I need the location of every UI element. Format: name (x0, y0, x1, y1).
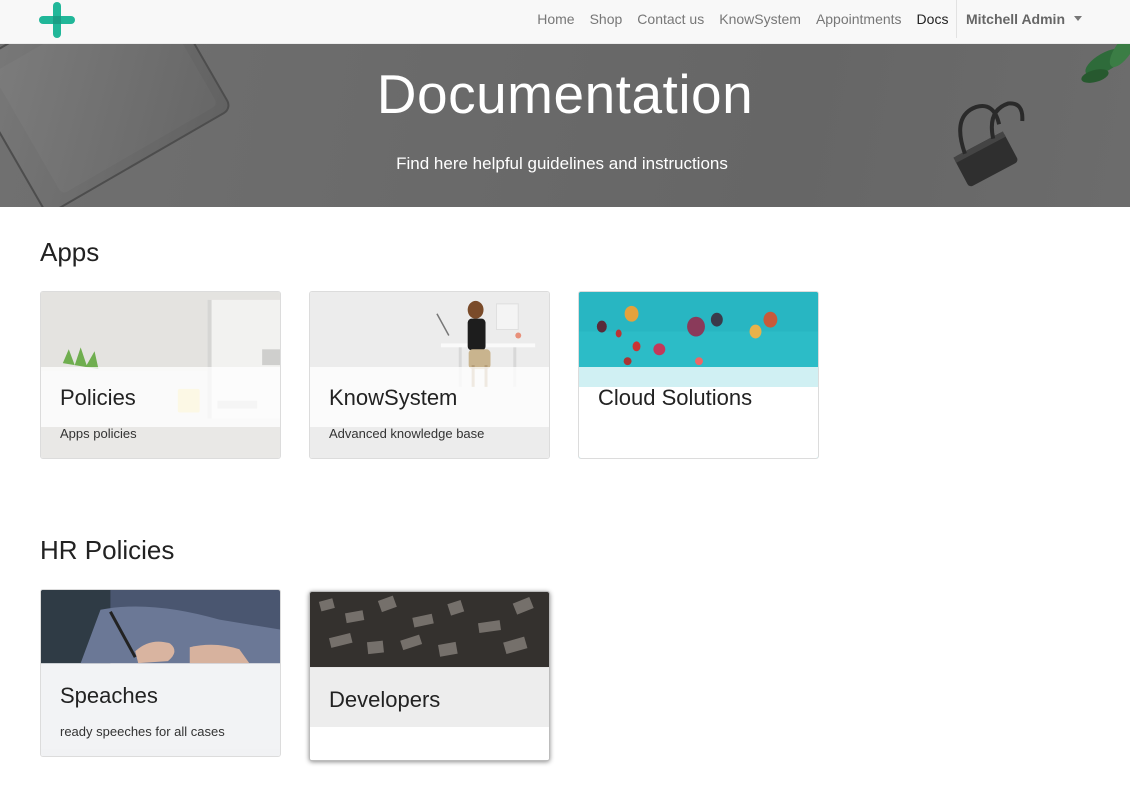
card-title: Cloud Solutions (598, 385, 753, 410)
top-navbar: Home Shop Contact us KnowSystem Appointm… (0, 0, 1130, 44)
nav-link-contact-us[interactable]: Contact us (630, 11, 712, 27)
nav-link-shop[interactable]: Shop (582, 11, 630, 27)
nav-menu: Home Shop Contact us KnowSystem Appointm… (530, 0, 1130, 38)
hero-title: Documentation (376, 63, 754, 125)
hero-subtitle: Find here helpful guidelines and instruc… (396, 154, 728, 173)
card-title: Developers (329, 687, 441, 712)
doc-card-cloud-solutions[interactable]: Cloud Solutions (578, 291, 819, 459)
card-title: Speaches (60, 683, 158, 708)
card-title: Policies (60, 385, 136, 410)
plus-logo-icon[interactable] (39, 2, 75, 38)
nav-link-knowsystem[interactable]: KnowSystem (712, 11, 809, 27)
section-title-apps: Apps (40, 237, 100, 267)
hero-banner: Documentation Find here helpful guidelin… (0, 44, 1130, 207)
card-description: Apps policies (60, 426, 137, 441)
doc-card-knowsystem[interactable]: KnowSystem Advanced knowledge base (309, 291, 550, 459)
section-title-hr-policies: HR Policies (40, 535, 175, 565)
card-title: KnowSystem (329, 385, 458, 410)
card-description: ready speeches for all cases (60, 724, 225, 739)
card-overlay (579, 367, 818, 387)
doc-card-developers[interactable]: Developers (309, 591, 550, 761)
user-name: Mitchell Admin (965, 11, 1065, 27)
nav-link-appointments[interactable]: Appointments (808, 11, 909, 27)
nav-link-docs[interactable]: Docs (909, 11, 956, 27)
card-description: Advanced knowledge base (329, 426, 485, 441)
user-menu-dropdown[interactable]: Mitchell Admin (957, 11, 1130, 27)
caret-down-icon (1074, 15, 1082, 21)
doc-card-policies[interactable]: Policies Apps policies (40, 291, 281, 459)
nav-link-home[interactable]: Home (530, 11, 582, 27)
doc-card-speaches[interactable]: Speaches ready speeches for all cases (40, 589, 281, 757)
